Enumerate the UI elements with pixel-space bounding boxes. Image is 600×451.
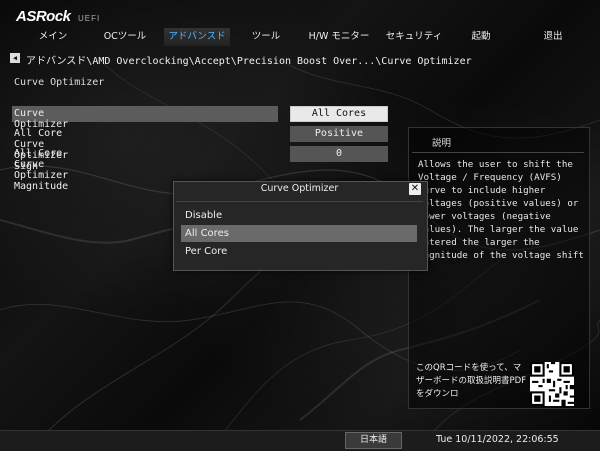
popup-divider	[176, 201, 423, 202]
back-arrow-icon[interactable]: ◀	[10, 53, 20, 63]
tab-oc-tweaker[interactable]: OCツール	[92, 28, 158, 46]
curve-optimizer-value[interactable]: All Cores	[290, 106, 388, 122]
datetime-display: Tue 10/11/2022, 22:06:55	[436, 434, 559, 445]
tab-advanced[interactable]: アドバンスド	[164, 28, 230, 46]
magnitude-value[interactable]: 0	[290, 146, 388, 162]
breadcrumb: アドバンスド\AMD Overclocking\Accept\Precision…	[26, 56, 472, 67]
setting-label-magnitude[interactable]: All Core Curve Optimizer Magnitude	[14, 148, 68, 192]
tab-exit[interactable]: 退出	[528, 28, 578, 46]
tab-main[interactable]: メイン	[22, 28, 84, 46]
language-button[interactable]: 日本語	[345, 432, 402, 449]
popup-title: Curve Optimizer	[260, 183, 339, 194]
setting-label-curve-optimizer[interactable]: Curve Optimizer	[14, 108, 68, 130]
sign-value[interactable]: Positive	[290, 126, 388, 142]
main-nav: メイン OCツール アドバンスド ツール H/W モニター セキュリティ 起動 …	[0, 28, 600, 46]
tab-security[interactable]: セキュリティ	[380, 28, 448, 46]
page-title: Curve Optimizer	[14, 77, 105, 88]
help-text: Allows the user to shift the Voltage / F…	[418, 159, 584, 261]
tab-tool[interactable]: ツール	[236, 28, 296, 46]
asrock-logo: ASRock	[16, 8, 71, 25]
help-title: 説明	[432, 138, 452, 149]
option-per-core[interactable]: Per Core	[181, 243, 417, 260]
qr-caption: このQRコードを使って、マザーボードの取扱説明書PDFをダウンロ	[416, 363, 527, 399]
tab-boot[interactable]: 起動	[455, 28, 507, 46]
tab-hw-monitor[interactable]: H/W モニター	[302, 28, 376, 46]
close-icon[interactable]: ✕	[409, 183, 421, 195]
help-divider	[412, 152, 584, 153]
qr-code-icon	[530, 362, 574, 406]
option-disable[interactable]: Disable	[181, 207, 417, 224]
uefi-label: UEFI	[78, 14, 101, 23]
option-all-cores[interactable]: All Cores	[181, 225, 417, 242]
